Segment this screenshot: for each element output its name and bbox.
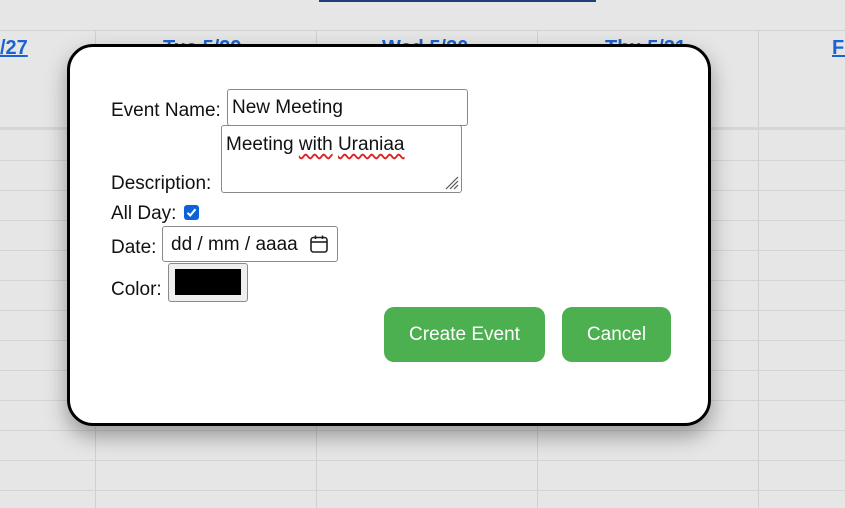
- calendar-top-bar: [319, 0, 596, 2]
- checkmark-icon: [186, 208, 197, 217]
- color-swatch: [175, 269, 241, 295]
- description-text: Meeting with Uraniaa: [226, 134, 405, 155]
- create-event-button[interactable]: Create Event: [384, 307, 545, 362]
- color-picker[interactable]: [168, 263, 248, 302]
- description-label: Description:: [111, 173, 212, 194]
- cancel-button[interactable]: Cancel: [562, 307, 671, 362]
- all-day-checkbox[interactable]: [184, 205, 199, 220]
- grid-row-line: [0, 460, 845, 461]
- grid-row-line: [0, 490, 845, 491]
- date-input[interactable]: dd / mm / aaaa: [162, 226, 338, 262]
- date-label: Date:: [111, 237, 157, 258]
- grid-column-line: [758, 30, 759, 508]
- color-label: Color:: [111, 279, 162, 300]
- date-placeholder: dd / mm / aaaa: [171, 234, 298, 255]
- create-event-dialog: Event Name: New Meeting Meeting with Ura…: [67, 44, 711, 426]
- event-name-input[interactable]: New Meeting: [227, 89, 468, 126]
- event-name-value: New Meeting: [232, 97, 343, 118]
- day-header-fri[interactable]: Fri: [832, 37, 845, 60]
- description-textarea[interactable]: Meeting with Uraniaa: [221, 125, 462, 193]
- day-header-mon[interactable]: /27: [0, 37, 28, 60]
- grid-row-line: [0, 430, 845, 431]
- resize-grip-icon[interactable]: [443, 174, 459, 190]
- calendar-icon[interactable]: [309, 234, 329, 254]
- event-name-label: Event Name:: [111, 100, 221, 121]
- all-day-label: All Day:: [111, 203, 177, 224]
